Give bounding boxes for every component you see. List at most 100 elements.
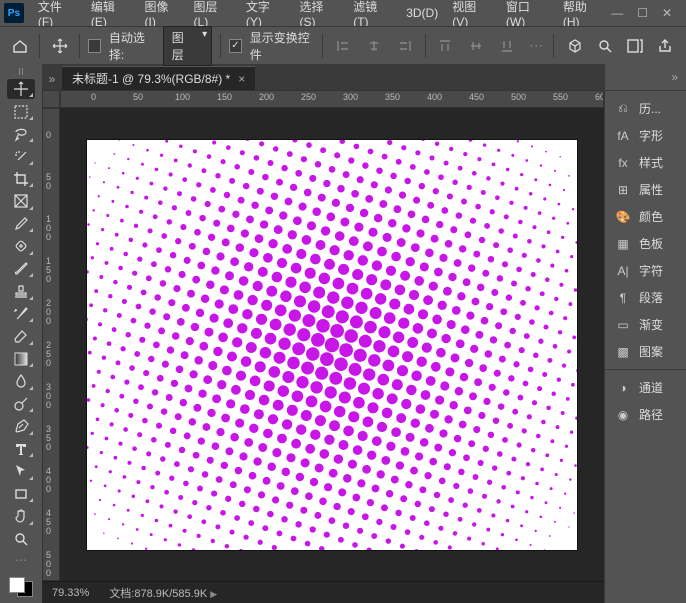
gradient-tool[interactable] bbox=[7, 349, 35, 369]
paths-icon: ◉ bbox=[615, 407, 631, 423]
home-icon[interactable] bbox=[8, 33, 31, 59]
panel-label: 路径 bbox=[639, 406, 663, 423]
pen-tool[interactable] bbox=[7, 416, 35, 436]
menu-bar: Ps 文件(F) 编辑(E) 图像(I) 图层(L) 文字(Y) 选择(S) 滤… bbox=[0, 0, 686, 26]
panel-swatch[interactable]: ▦ 色板 bbox=[605, 230, 686, 257]
panel-label: 色板 bbox=[639, 235, 663, 252]
move-tool-icon[interactable] bbox=[48, 33, 71, 59]
maximize-button[interactable]: ☐ bbox=[637, 6, 648, 20]
frame-tool[interactable] bbox=[7, 191, 35, 211]
panel-color[interactable]: 🎨颜色 bbox=[605, 203, 686, 230]
close-button[interactable]: ✕ bbox=[662, 6, 672, 20]
panel-label: 渐变 bbox=[639, 316, 663, 333]
panel-channels[interactable]: ◑通道 bbox=[605, 374, 686, 401]
ruler-tick: 600 bbox=[595, 92, 604, 102]
document-area: » 未标题-1 @ 79.3%(RGB/8#) * × 0 50 100 150 200… bbox=[42, 64, 604, 603]
showtransform-checkbox[interactable]: ✓ bbox=[229, 39, 242, 53]
status-bar: 79.33% 文档:878.9K/585.9K ▶ bbox=[42, 581, 604, 603]
align-hcenter-icon[interactable] bbox=[362, 33, 385, 59]
right-panel: » ⎌历...fA字形 fx 样式 ⊞属性🎨颜色 ▦ 色板 A|字符¶段落 ▭ 渐变 ▩图案 ◑通… bbox=[604, 64, 686, 603]
stamp-tool[interactable] bbox=[7, 281, 35, 301]
move-tool[interactable] bbox=[7, 79, 35, 99]
collapse-panels-icon[interactable]: » bbox=[671, 70, 678, 84]
share-icon[interactable] bbox=[652, 33, 678, 59]
ruler-vertical[interactable]: 050100150200250300350400450500 bbox=[42, 108, 60, 581]
channels-icon: ◑ bbox=[615, 380, 631, 396]
canvas-viewport[interactable] bbox=[60, 108, 604, 581]
panel-label: 样式 bbox=[639, 154, 663, 171]
tab-grip-icon[interactable]: » bbox=[42, 68, 62, 90]
zoom-level[interactable]: 79.33% bbox=[52, 587, 89, 599]
brush-tool[interactable] bbox=[7, 259, 35, 279]
panel-paths[interactable]: ◉ 路径 bbox=[605, 401, 686, 428]
ruler-tick: 250 bbox=[301, 92, 316, 102]
workspace-icon[interactable] bbox=[622, 33, 648, 59]
props-icon: ⊞ bbox=[615, 182, 631, 198]
ruler-tick: 250 bbox=[46, 341, 51, 368]
rect-tool[interactable] bbox=[7, 484, 35, 504]
wand-tool[interactable] bbox=[7, 146, 35, 166]
panel-char[interactable]: A|字符 bbox=[605, 257, 686, 284]
panel-label: 字符 bbox=[639, 262, 663, 279]
zoom-tool[interactable] bbox=[7, 529, 35, 549]
eyedropper-tool[interactable] bbox=[7, 214, 35, 234]
tab-close-icon[interactable]: × bbox=[238, 72, 245, 86]
blur-tool[interactable] bbox=[7, 371, 35, 391]
ruler-tick: 0 bbox=[46, 131, 51, 140]
path-tool[interactable] bbox=[7, 461, 35, 481]
panel-styles[interactable]: fx 样式 bbox=[605, 149, 686, 176]
panel-props[interactable]: ⊞属性 bbox=[605, 176, 686, 203]
toolbar-grip[interactable] bbox=[6, 68, 36, 75]
panel-glyph[interactable]: fA字形 bbox=[605, 122, 686, 149]
ruler-origin[interactable] bbox=[42, 90, 60, 108]
ruler-horizontal[interactable]: 050100150200250300350400450500550600 bbox=[60, 90, 604, 108]
3dmode-icon[interactable] bbox=[562, 33, 588, 59]
lasso-tool[interactable] bbox=[7, 124, 35, 144]
ruler-tick: 50 bbox=[46, 173, 51, 191]
ruler-tick: 300 bbox=[46, 383, 51, 410]
align-right-icon[interactable] bbox=[393, 33, 416, 59]
swatch-icon: ▦ bbox=[615, 236, 631, 252]
canvas[interactable] bbox=[87, 140, 577, 550]
autoselect-target-select[interactable]: 图层 bbox=[163, 26, 212, 66]
ruler-tick: 100 bbox=[175, 92, 190, 102]
align-top-icon[interactable] bbox=[433, 33, 456, 59]
align-bottom-icon[interactable] bbox=[496, 33, 519, 59]
dodge-tool[interactable] bbox=[7, 394, 35, 414]
more-align-icon[interactable]: ⋯ bbox=[529, 37, 543, 54]
menu-3d[interactable]: 3D(D) bbox=[400, 3, 444, 23]
panel-pattern[interactable]: ▩图案 bbox=[605, 338, 686, 365]
file-info[interactable]: 文档:878.9K/585.9K ▶ bbox=[109, 585, 217, 601]
align-vcenter-icon[interactable] bbox=[465, 33, 488, 59]
minimize-button[interactable]: — bbox=[611, 6, 623, 20]
panel-grad[interactable]: ▭ 渐变 bbox=[605, 311, 686, 338]
ruler-tick: 400 bbox=[46, 467, 51, 494]
history-brush-tool[interactable] bbox=[7, 304, 35, 324]
align-left-icon[interactable] bbox=[331, 33, 354, 59]
search-icon[interactable] bbox=[592, 33, 618, 59]
tab-bar: » 未标题-1 @ 79.3%(RGB/8#) * × bbox=[42, 64, 604, 90]
eraser-tool[interactable] bbox=[7, 326, 35, 346]
more-tools-icon[interactable]: ⋯ bbox=[15, 553, 27, 567]
crop-tool[interactable] bbox=[7, 169, 35, 189]
hand-tool[interactable] bbox=[7, 506, 35, 526]
glyph-icon: fA bbox=[615, 128, 631, 144]
document-tab[interactable]: 未标题-1 @ 79.3%(RGB/8#) * × bbox=[62, 66, 255, 90]
foreground-swatch[interactable] bbox=[9, 577, 25, 593]
ruler-tick: 200 bbox=[259, 92, 274, 102]
panel-para[interactable]: ¶段落 bbox=[605, 284, 686, 311]
styles-icon: fx bbox=[615, 155, 631, 171]
panel-history[interactable]: ⎌历... bbox=[605, 95, 686, 122]
ruler-tick: 500 bbox=[511, 92, 526, 102]
showtransform-label: 显示变换控件 bbox=[250, 29, 314, 63]
ruler-tick: 200 bbox=[46, 299, 51, 326]
grad-icon: ▭ bbox=[615, 317, 631, 333]
autoselect-checkbox[interactable] bbox=[88, 39, 101, 53]
ruler-tick: 150 bbox=[217, 92, 232, 102]
ruler-tick: 400 bbox=[427, 92, 442, 102]
marquee-tool[interactable] bbox=[7, 101, 35, 121]
heal-tool[interactable] bbox=[7, 236, 35, 256]
type-tool[interactable] bbox=[7, 439, 35, 459]
tab-title: 未标题-1 @ 79.3%(RGB/8#) * bbox=[72, 70, 230, 87]
color-swatches[interactable] bbox=[7, 575, 35, 599]
